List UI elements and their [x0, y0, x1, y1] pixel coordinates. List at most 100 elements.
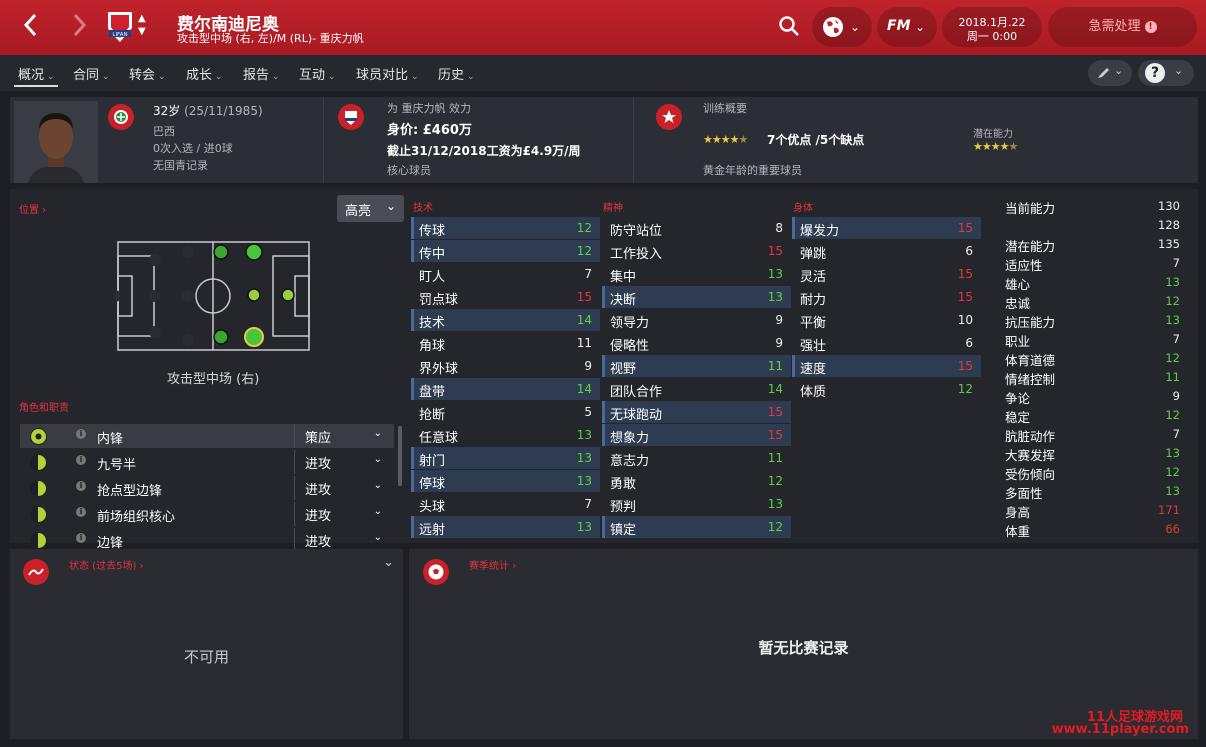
menu-compare[interactable]: 球员对比 ⌄ [356, 64, 419, 83]
forward-icon[interactable] [70, 12, 88, 44]
attribute-value: 7 [584, 267, 592, 281]
attribute-row[interactable]: 速度 15 [792, 355, 981, 377]
ability-value: 7 [1172, 332, 1180, 346]
menu-transfer[interactable]: 转会 ⌄ [129, 64, 166, 83]
form-title[interactable]: 状态 (过去5场) › [69, 557, 144, 572]
globe-icon [823, 17, 843, 37]
attribute-row[interactable]: 想象力 15 [602, 424, 791, 446]
attribute-row[interactable]: 团队合作 14 [602, 378, 791, 400]
ability-name: 体育道德 [1005, 353, 1056, 368]
attribute-name: 盘带 [419, 385, 446, 400]
role-row[interactable]: i 抢点型边锋 进攻 ⌄ [20, 476, 394, 500]
roles-scrollbar[interactable] [398, 426, 402, 486]
ability-row: 大赛发挥 13 [1005, 445, 1180, 464]
attribute-row[interactable]: 传球 12 [411, 217, 600, 239]
duty-dropdown[interactable]: 进攻 ⌄ [294, 502, 392, 526]
attribute-row[interactable]: 传中 12 [411, 240, 600, 262]
back-icon[interactable] [22, 12, 40, 44]
attribute-row[interactable]: 任意球 13 [411, 424, 600, 446]
attribute-row[interactable]: 爆发力 15 [792, 217, 981, 239]
attribute-row[interactable]: 工作投入 15 [602, 240, 791, 262]
attribute-row[interactable]: 弹跳 6 [792, 240, 981, 262]
chevron-down-icon: ⌄ [373, 428, 382, 439]
attribute-row[interactable]: 耐力 15 [792, 286, 981, 308]
attribute-value: 15 [957, 290, 973, 304]
ability-name: 情绪控制 [1005, 372, 1056, 387]
attribute-name: 传中 [419, 247, 446, 262]
duty-dropdown[interactable]: 进攻 ⌄ [294, 450, 392, 474]
world-button[interactable]: ⌄ [812, 7, 872, 47]
fm-menu-button[interactable]: FM ⌄ [877, 7, 937, 47]
info-icon[interactable]: i [76, 481, 86, 491]
role-row[interactable]: i 前场组织核心 进攻 ⌄ [20, 502, 394, 526]
club-logo[interactable]: LIFAN [106, 10, 134, 42]
attribute-row[interactable]: 平衡 10 [792, 309, 981, 331]
attribute-row[interactable]: 技术 14 [411, 309, 600, 331]
attribute-row[interactable]: 意志力 11 [602, 447, 791, 469]
attribute-row[interactable]: 盘带 14 [411, 378, 600, 400]
help-button[interactable]: ? ⌄ [1138, 60, 1194, 86]
attribute-row[interactable]: 防守站位 8 [602, 217, 791, 239]
position-dot [213, 329, 229, 345]
menu-reports[interactable]: 报告 ⌄ [243, 64, 280, 83]
attribute-row[interactable]: 勇敢 12 [602, 470, 791, 492]
role-row[interactable]: i 内锋 策应 ⌄ [20, 424, 394, 448]
attribute-row[interactable]: 灵活 15 [792, 263, 981, 285]
menu-overview[interactable]: 概况 ⌄ [18, 64, 55, 83]
attribute-value: 13 [576, 474, 592, 488]
attribute-value: 15 [767, 405, 783, 419]
attribute-row[interactable]: 停球 13 [411, 470, 600, 492]
edit-button[interactable]: ⌄ [1088, 60, 1132, 86]
highlight-dropdown[interactable]: 高亮 ⌄ [337, 195, 404, 222]
search-icon[interactable] [778, 15, 800, 41]
player-switch-icon[interactable]: ▲ ▼ [138, 12, 146, 38]
position-name: 攻击型中场 (右) [167, 372, 260, 387]
attribute-value: 13 [576, 451, 592, 465]
attribute-row[interactable]: 镇定 12 [602, 516, 791, 538]
attribute-row[interactable]: 预判 13 [602, 493, 791, 515]
attribute-name: 弹跳 [800, 247, 827, 262]
attribute-row[interactable]: 盯人 7 [411, 263, 600, 285]
attribute-row[interactable]: 远射 13 [411, 516, 600, 538]
menu-history[interactable]: 历史 ⌄ [438, 64, 475, 83]
attribute-row[interactable]: 界外球 9 [411, 355, 600, 377]
attribute-row[interactable]: 决断 13 [602, 286, 791, 308]
attribute-row[interactable]: 无球跑动 15 [602, 401, 791, 423]
attribute-row[interactable]: 罚点球 15 [411, 286, 600, 308]
info-icon[interactable]: i [76, 507, 86, 517]
season-stats-title[interactable]: 赛季统计 › [469, 557, 516, 572]
urgent-button[interactable]: 急需处理! [1048, 7, 1197, 47]
attribute-row[interactable]: 抢断 5 [411, 401, 600, 423]
attribute-row[interactable]: 头球 7 [411, 493, 600, 515]
menu-development[interactable]: 成长 ⌄ [186, 64, 223, 83]
attribute-row[interactable]: 视野 11 [602, 355, 791, 377]
duty-dropdown[interactable]: 策应 ⌄ [294, 424, 392, 448]
attribute-row[interactable]: 强壮 6 [792, 332, 981, 354]
attribute-value: 10 [957, 313, 973, 327]
info-icon[interactable]: i [76, 533, 86, 543]
attribute-row[interactable]: 体质 12 [792, 378, 981, 400]
attribute-name: 视野 [610, 362, 637, 377]
chevron-down-icon: ⌄ [385, 199, 396, 213]
attribute-row[interactable]: 集中 13 [602, 263, 791, 285]
chevron-down-icon: ⌄ [914, 20, 925, 34]
attribute-row[interactable]: 领导力 9 [602, 309, 791, 331]
attribute-name: 速度 [800, 362, 827, 377]
date-display[interactable]: 2018.1月.22 周一 0:00 [942, 7, 1042, 47]
attribute-row[interactable]: 角球 11 [411, 332, 600, 354]
nationality[interactable]: 巴西 [153, 123, 175, 139]
attribute-value: 9 [584, 359, 592, 373]
position-section-title[interactable]: 位置 › [19, 201, 46, 216]
club-line[interactable]: 为 重庆力帆 效力 [387, 100, 471, 116]
info-icon[interactable]: i [76, 429, 86, 439]
duty-dropdown[interactable]: 进攻 ⌄ [294, 476, 392, 500]
attribute-row[interactable]: 侵略性 9 [602, 332, 791, 354]
attribute-row[interactable]: 射门 13 [411, 447, 600, 469]
menu-interaction[interactable]: 互动 ⌄ [299, 64, 336, 83]
info-icon[interactable]: i [76, 455, 86, 465]
chevron-down-icon[interactable]: ⌄ [383, 555, 394, 570]
form-chart-icon [23, 559, 49, 585]
menu-contract[interactable]: 合同 ⌄ [73, 64, 110, 83]
attribute-name: 想象力 [610, 431, 650, 446]
role-row[interactable]: i 九号半 进攻 ⌄ [20, 450, 394, 474]
